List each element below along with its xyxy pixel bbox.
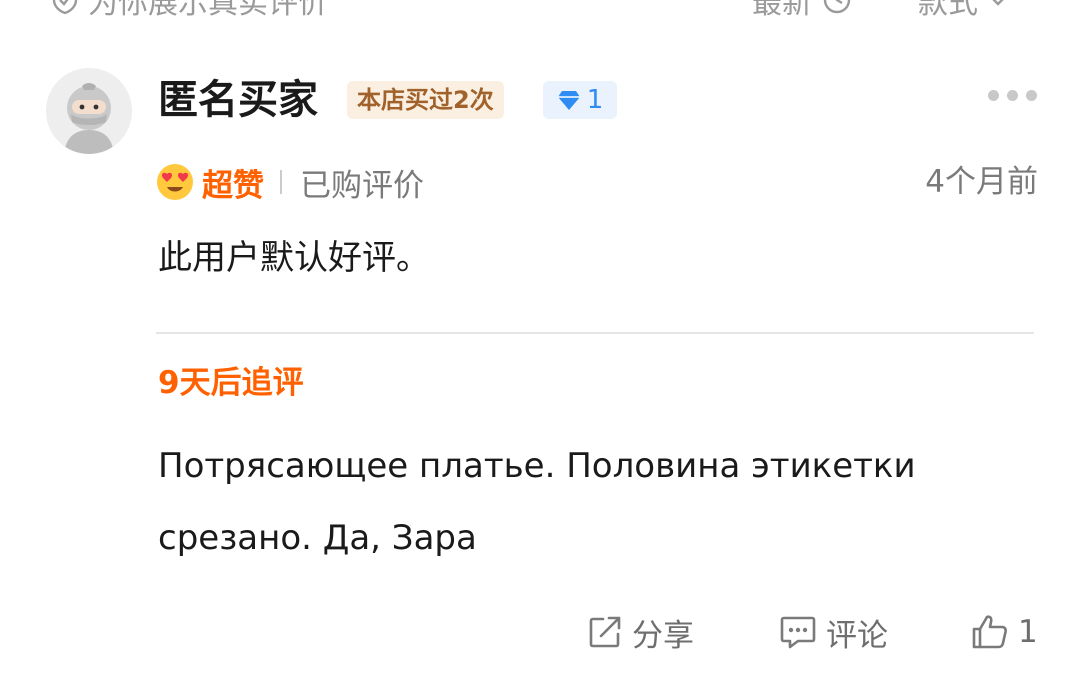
real-reviews-notice: 为你展示真实评价 (50, 0, 328, 22)
more-dot-icon (988, 90, 999, 101)
diamond-icon (557, 91, 580, 110)
like-count: 1 (1018, 614, 1038, 650)
rating-divider (280, 170, 282, 194)
comment-label: 评论 (826, 617, 888, 654)
more-dot-icon (1007, 90, 1018, 101)
real-reviews-label: 为你展示真实评价 (88, 0, 328, 21)
heart-eyes-emoji-icon (157, 164, 193, 200)
thumbs-up-icon (972, 615, 1007, 649)
store-purchase-badge: 本店买过2次 (347, 81, 504, 119)
comment-icon (780, 616, 816, 649)
more-dot-icon (1026, 90, 1037, 101)
purchased-review-label: 已购评价 (300, 167, 424, 204)
followup-divider (156, 332, 1034, 334)
chevron-down-icon (992, 0, 1004, 6)
rating-row: 超赞 已购评价 (156, 158, 424, 206)
followup-content: Потрясающее платье. Половина этикетки ср… (158, 446, 916, 558)
member-level-badge: 1 (543, 81, 617, 119)
review-content: 此用户默认好评。 (158, 238, 430, 278)
ninja-avatar-icon (46, 68, 132, 154)
reviewer-name[interactable]: 匿名买家 (158, 74, 318, 126)
more-options-button[interactable] (988, 90, 1037, 101)
share-button[interactable]: 分享 (586, 606, 694, 658)
avatar[interactable] (46, 68, 132, 154)
followup-title: 9天后追评 (158, 365, 304, 401)
rating-label: 超赞 (202, 167, 264, 204)
sort-style-button[interactable]: 款式 (918, 0, 1010, 22)
share-icon (589, 616, 621, 648)
sort-style-label: 款式 (918, 0, 978, 21)
member-level-value: 1 (586, 85, 604, 115)
review-time: 4个月前 (925, 164, 1038, 200)
share-label: 分享 (632, 617, 694, 654)
sort-latest-button[interactable]: 最新 (752, 0, 852, 22)
clock-icon (823, 0, 851, 14)
comment-button[interactable]: 评论 (778, 606, 888, 658)
sort-latest-label: 最新 (752, 0, 812, 21)
review-filter-bar: 为你展示真实评价 最新 款式 (0, 0, 1080, 22)
shield-check-icon (52, 0, 78, 15)
like-button[interactable]: 1 (970, 606, 1038, 658)
